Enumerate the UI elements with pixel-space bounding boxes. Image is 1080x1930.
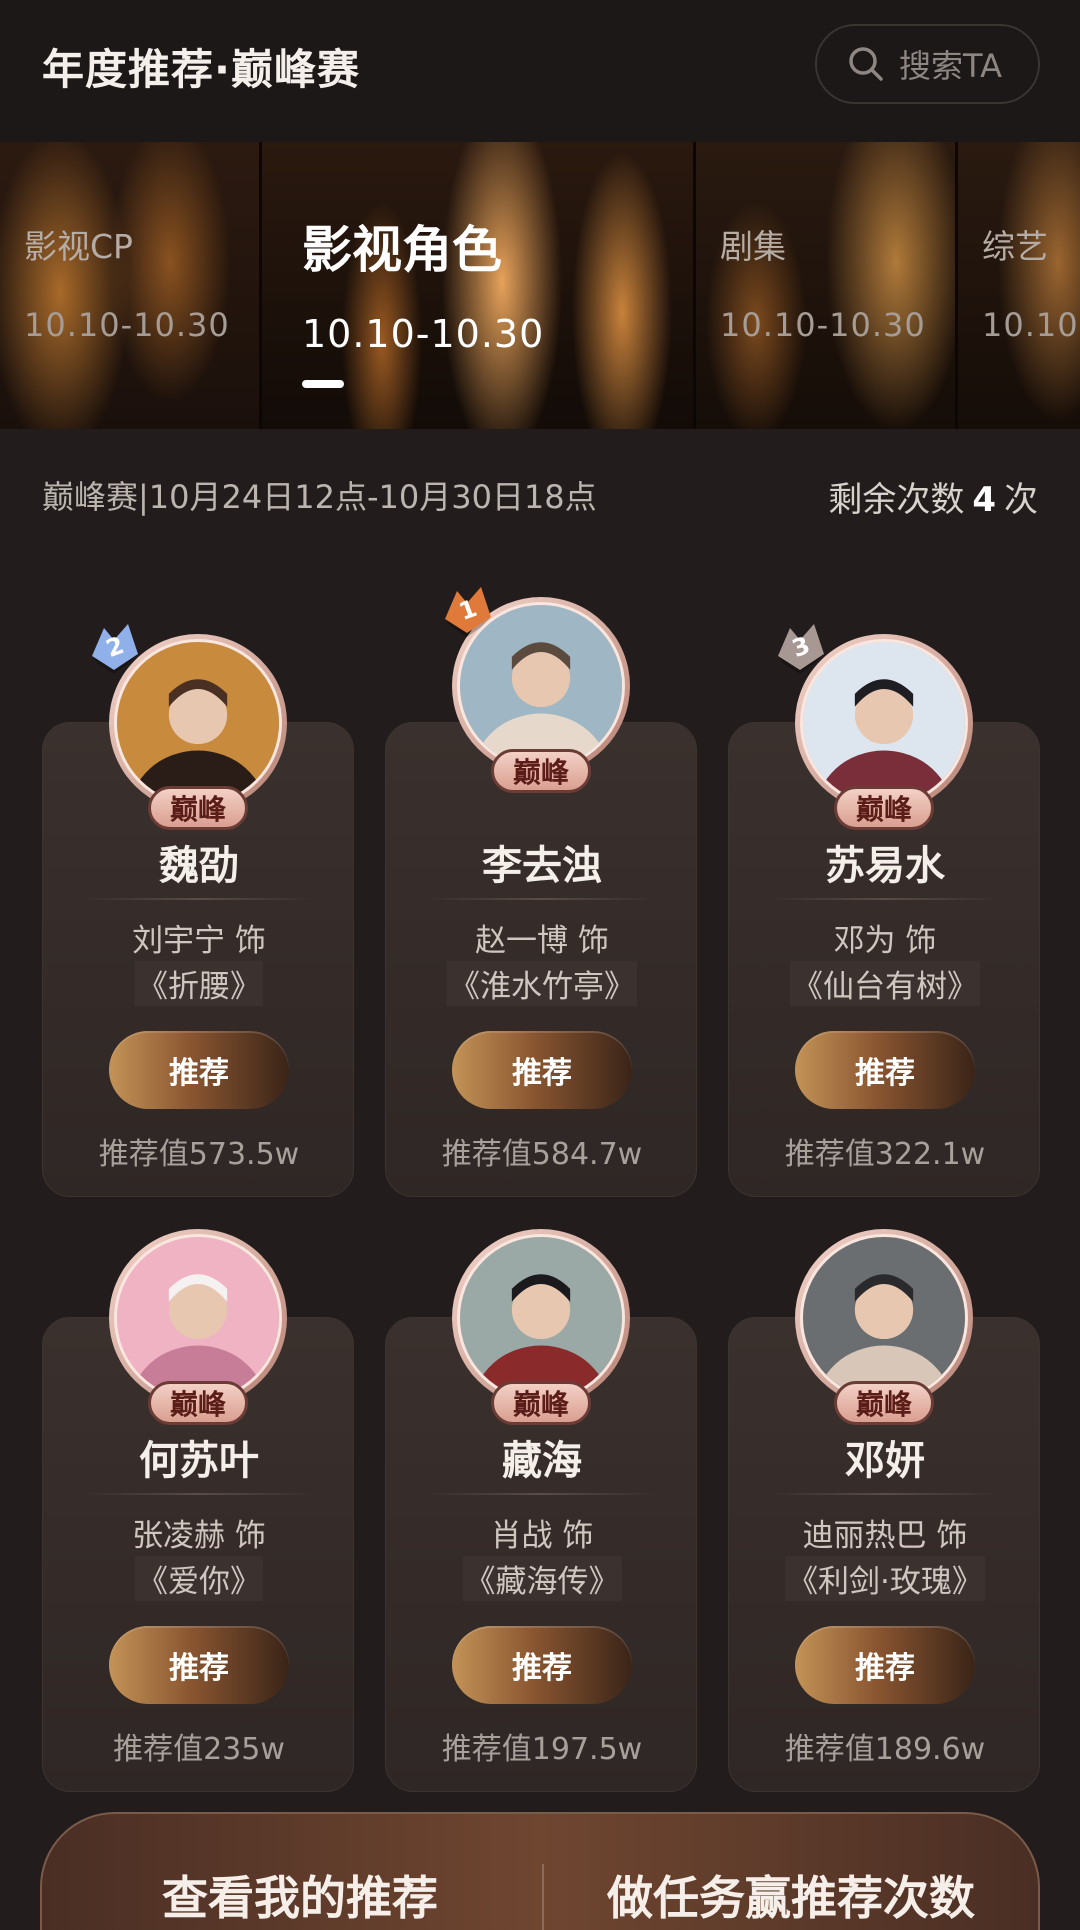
character-name: 邓妍	[845, 1438, 925, 1484]
card-divider	[83, 1493, 315, 1495]
tab-dates: 10.10-	[982, 306, 1080, 344]
actor-name: 刘宇宁 饰	[132, 923, 266, 959]
search-icon	[849, 47, 883, 81]
actor-name: 邓为 饰	[833, 923, 937, 959]
drama-title-row: 《淮水竹亭》	[386, 961, 698, 1006]
header: 年度推荐·巅峰赛 搜索TA	[0, 0, 1080, 142]
tab-variety[interactable]: 综艺 10.10-	[958, 142, 1080, 429]
drama-title-row: 《爱你》	[43, 1556, 355, 1601]
peak-badge: 巅峰	[148, 786, 248, 830]
rank-badge: 3	[770, 616, 832, 678]
remaining-votes: 剩余次数 4 次	[828, 472, 1038, 521]
recommend-button[interactable]: 推荐	[109, 1031, 289, 1109]
remaining-unit: 次	[1004, 480, 1038, 520]
drama-title: 《藏海传》	[462, 1556, 622, 1601]
character-name: 李去浊	[482, 843, 602, 889]
view-my-recommendations-button[interactable]: 查看我的推荐	[162, 1862, 438, 1928]
drama-title: 《仙台有树》	[790, 961, 980, 1006]
actor-name: 张凌赫 饰	[132, 1518, 266, 1554]
character-name: 魏劭	[159, 843, 239, 889]
tab-dates: 10.10-10.30	[302, 312, 545, 356]
rank-badge: 2	[84, 616, 146, 678]
drama-title: 《折腰》	[135, 961, 263, 1006]
card-divider	[83, 898, 315, 900]
tab-film-character[interactable]: 影视角色 10.10-10.30	[262, 142, 696, 429]
actor-name: 赵一博 饰	[475, 923, 609, 959]
drama-title-row: 《利剑·玫瑰》	[729, 1556, 1041, 1601]
remaining-label: 剩余次数	[828, 480, 965, 520]
do-tasks-button[interactable]: 做任务赢推荐次数	[607, 1862, 975, 1928]
character-name: 何苏叶	[139, 1438, 259, 1484]
remaining-count: 4	[972, 480, 996, 520]
page-title: 年度推荐·巅峰赛	[42, 45, 360, 94]
tab-dates: 10.10-10.30	[24, 306, 230, 344]
bottom-divider	[542, 1864, 544, 1930]
peak-badge: 巅峰	[148, 1381, 248, 1425]
peak-badge: 巅峰	[834, 786, 934, 830]
recommend-score: 推荐值573.5w	[98, 1137, 300, 1172]
recommend-score: 推荐值189.6w	[784, 1732, 986, 1767]
recommend-button[interactable]: 推荐	[109, 1626, 289, 1704]
rank-badge: 1	[437, 579, 499, 641]
recommend-button[interactable]: 推荐	[795, 1031, 975, 1109]
card-divider	[769, 898, 1001, 900]
drama-title: 《淮水竹亭》	[447, 961, 637, 1006]
tab-name: 影视CP	[24, 227, 133, 266]
peak-badge: 巅峰	[491, 749, 591, 793]
drama-title-row: 《藏海传》	[386, 1556, 698, 1601]
drama-title: 《爱你》	[135, 1556, 263, 1601]
tab-dates: 10.10-10.30	[720, 306, 926, 344]
recommend-score: 推荐值197.5w	[441, 1732, 643, 1767]
peak-badge: 巅峰	[491, 1381, 591, 1425]
tab-series[interactable]: 剧集 10.10-10.30	[696, 142, 958, 429]
recommend-button[interactable]: 推荐	[452, 1626, 632, 1704]
card-divider	[769, 1493, 1001, 1495]
character-name: 苏易水	[825, 843, 945, 889]
info-row: 巅峰赛|10月24日12点-10月30日18点 剩余次数 4 次	[42, 472, 1038, 522]
drama-title: 《利剑·玫瑰》	[785, 1556, 985, 1601]
peak-badge: 巅峰	[834, 1381, 934, 1425]
active-tab-indicator	[302, 380, 344, 388]
category-tabs: 影视CP 10.10-10.30 影视角色 10.10-10.30 剧集 10.…	[0, 142, 1080, 429]
recommend-score: 推荐值584.7w	[441, 1137, 643, 1172]
tab-name: 剧集	[720, 227, 786, 266]
drama-title-row: 《折腰》	[43, 961, 355, 1006]
recommend-button[interactable]: 推荐	[795, 1626, 975, 1704]
bottom-action-bar: 查看我的推荐 做任务赢推荐次数	[40, 1812, 1040, 1930]
tab-name: 影视角色	[302, 221, 502, 279]
round-schedule: 巅峰赛|10月24日12点-10月30日18点	[42, 478, 597, 516]
character-name: 藏海	[502, 1438, 582, 1484]
search-box[interactable]: 搜索TA	[815, 24, 1040, 104]
tab-cp[interactable]: 影视CP 10.10-10.30	[0, 142, 262, 429]
tab-name: 综艺	[982, 227, 1048, 266]
card-divider	[426, 898, 658, 900]
card-divider	[426, 1493, 658, 1495]
character-card[interactable]: 李去浊赵一博 饰《淮水竹亭》推荐推荐值584.7w	[385, 722, 697, 1197]
drama-title-row: 《仙台有树》	[729, 961, 1041, 1006]
actor-name: 肖战 饰	[490, 1518, 594, 1554]
search-placeholder: 搜索TA	[899, 47, 1002, 85]
recommend-score: 推荐值235w	[113, 1732, 285, 1767]
actor-name: 迪丽热巴 饰	[802, 1518, 968, 1554]
recommend-score: 推荐值322.1w	[784, 1137, 986, 1172]
recommend-button[interactable]: 推荐	[452, 1031, 632, 1109]
